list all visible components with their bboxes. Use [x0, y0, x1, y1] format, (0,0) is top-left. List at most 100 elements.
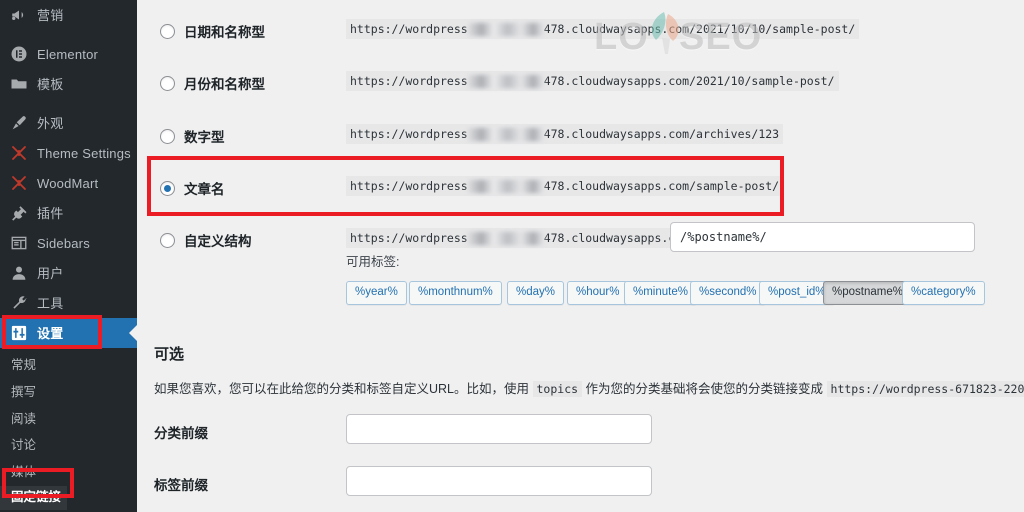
radio-custom[interactable]	[160, 232, 175, 248]
permalink-option-label: 月份和名称型	[184, 77, 265, 92]
permalink-url-suffix: 478.cloudwaysapps.com/sample-post/	[543, 179, 780, 193]
sidebar-item-templates[interactable]: 模板	[0, 69, 137, 99]
permalink-option-day-and-name[interactable]: 日期和名称型	[160, 18, 265, 44]
optional-description: 如果您喜欢，您可以在此给您的分类和标签自定义URL。比如，使用 topics 作…	[154, 378, 1024, 397]
tag-button-day[interactable]: %day%	[507, 281, 564, 305]
optional-heading: 可选	[154, 346, 185, 363]
permalink-preview-day-and-name: https://wordpress 478.cloudwaysapps.com/…	[346, 19, 860, 39]
submenu-item-media[interactable]: 媒体	[0, 459, 137, 486]
optional-desc-code: topics	[532, 381, 583, 397]
sidebar-item-label: 模板	[37, 76, 64, 92]
category-base-label: 分类前缀	[154, 426, 208, 441]
permalink-url-prefix: https://wordpress	[350, 74, 468, 88]
sidebars-icon	[9, 233, 29, 253]
sidebar-item-tools[interactable]: 工具	[0, 288, 137, 318]
megaphone-icon	[9, 5, 29, 25]
submenu-item-writing[interactable]: 撰写	[0, 379, 137, 406]
permalink-option-numeric[interactable]: 数字型	[160, 123, 225, 149]
permalink-url-prefix: https://wordpress	[350, 127, 468, 141]
plug-icon	[9, 203, 29, 223]
permalink-option-label: 数字型	[184, 130, 225, 145]
settings-submenu: 常规撰写阅读讨论媒体固定链接隐私	[0, 348, 137, 512]
redacted-site-id	[467, 23, 544, 36]
permalink-option-post-name[interactable]: 文章名	[160, 175, 225, 201]
permalink-option-label: 文章名	[184, 182, 225, 197]
radio-post-name[interactable]	[160, 180, 175, 196]
tag-base-input[interactable]	[346, 466, 652, 496]
sidebar-item-marketing[interactable]: 营销	[0, 0, 137, 30]
permalink-url-suffix: 478.cloudwaysapps.com/archives/123	[543, 127, 780, 141]
folder-icon	[9, 74, 29, 94]
tag-button-minute[interactable]: %minute%	[624, 281, 697, 305]
permalink-preview-custom: https://wordpress 478.cloudwaysapps.com	[346, 228, 694, 248]
optional-desc-before: 如果您喜欢，您可以在此给您的分类和标签自定义URL。比如，使用	[154, 382, 530, 396]
sidebar-item-appearance[interactable]: 外观	[0, 108, 137, 138]
submenu-item-reading[interactable]: 阅读	[0, 406, 137, 433]
permalink-preview-month-and-name: https://wordpress 478.cloudwaysapps.com/…	[346, 71, 839, 91]
sidebar-item-elementor[interactable]: Elementor	[0, 39, 137, 69]
redacted-site-id	[467, 75, 544, 88]
tag-button-year[interactable]: %year%	[346, 281, 407, 305]
radio-numeric[interactable]	[160, 128, 175, 144]
permalink-preview-post-name: https://wordpress 478.cloudwaysapps.com/…	[346, 176, 784, 196]
wordpress-admin-screen: 营销 Elementor 模板外观 Theme Settings WoodMart 插件 S…	[0, 0, 1024, 512]
sidebar-item-label: Elementor	[37, 46, 99, 62]
sidebar-item-theme-settings[interactable]: Theme Settings	[0, 138, 137, 168]
tag-button-hour[interactable]: %hour%	[567, 281, 629, 305]
optional-desc-url: https://wordpress-671823-2203478.cloudwa…	[826, 381, 1024, 397]
optional-desc-middle: 作为您的分类基础将会使您的分类链接变成	[585, 382, 824, 396]
sidebar-item-users[interactable]: 用户	[0, 258, 137, 288]
submenu-item-discussion[interactable]: 讨论	[0, 432, 137, 459]
permalink-option-label: 日期和名称型	[184, 25, 265, 40]
permalink-url-prefix: https://wordpress	[350, 231, 468, 245]
woodmart-icon	[9, 173, 29, 193]
permalink-url-suffix: 478.cloudwaysapps.com	[543, 231, 690, 245]
radio-day-and-name[interactable]	[160, 23, 175, 39]
elementor-icon	[9, 44, 29, 64]
sidebar-item-label: 用户	[37, 265, 64, 281]
active-menu-notch	[129, 325, 137, 341]
redacted-site-id	[467, 180, 544, 193]
sidebar-item-label: 工具	[37, 295, 64, 311]
tag-base-label: 标签前缀	[154, 478, 208, 493]
permalink-url-suffix: 478.cloudwaysapps.com/2021/10/10/sample-…	[543, 22, 856, 36]
redacted-site-id	[467, 128, 544, 141]
permalink-url-prefix: https://wordpress	[350, 22, 468, 36]
paintbrush-icon	[9, 113, 29, 133]
permalink-preview-numeric: https://wordpress 478.cloudwaysapps.com/…	[346, 124, 784, 144]
user-icon	[9, 263, 29, 283]
sidebar-item-sidebars[interactable]: Sidebars	[0, 228, 137, 258]
permalink-option-custom[interactable]: 自定义结构	[160, 227, 252, 253]
admin-menu-list: 营销 Elementor 模板外观 Theme Settings WoodMart 插件 S…	[0, 0, 137, 348]
submenu-item-general[interactable]: 常规	[0, 352, 137, 379]
permalink-url-suffix: 478.cloudwaysapps.com/2021/10/sample-pos…	[543, 74, 835, 88]
redacted-site-id	[467, 232, 544, 245]
sidebar-item-label: 营销	[37, 7, 64, 23]
permalink-settings-main: 日期和名称型 https://wordpress 478.cloudwaysapp…	[137, 0, 1024, 512]
woodmart-icon	[9, 143, 29, 163]
tag-button-postname[interactable]: %postname%	[823, 281, 912, 305]
tag-button-second[interactable]: %second%	[690, 281, 766, 305]
submenu-item-permalinks[interactable]: 固定链接	[0, 485, 68, 510]
sidebar-item-woodmart[interactable]: WoodMart	[0, 168, 137, 198]
permalink-option-month-and-name[interactable]: 月份和名称型	[160, 70, 265, 96]
permalink-url-prefix: https://wordpress	[350, 179, 468, 193]
sidebar-item-label: 设置	[37, 325, 64, 341]
sidebar-item-label: 外观	[37, 115, 64, 131]
available-tags-label: 可用标签:	[346, 255, 400, 269]
tag-button-category[interactable]: %category%	[902, 281, 985, 305]
custom-structure-input[interactable]: /%postname%/	[670, 222, 975, 252]
permalink-option-label: 自定义结构	[184, 234, 252, 249]
tag-button-monthnum[interactable]: %monthnum%	[409, 281, 502, 305]
admin-sidebar: 营销 Elementor 模板外观 Theme Settings WoodMart 插件 S…	[0, 0, 137, 512]
sidebar-item-settings[interactable]: 设置	[0, 318, 137, 348]
sidebar-item-label: 插件	[37, 205, 64, 221]
sidebar-item-plugins[interactable]: 插件	[0, 198, 137, 228]
wrench-icon	[9, 293, 29, 313]
category-base-input[interactable]	[346, 414, 652, 444]
sidebar-item-label: Sidebars	[37, 235, 90, 251]
sidebar-item-label: Theme Settings	[37, 145, 131, 161]
radio-month-and-name[interactable]	[160, 75, 175, 91]
sidebar-item-label: WoodMart	[37, 175, 99, 191]
settings-icon	[9, 323, 29, 343]
